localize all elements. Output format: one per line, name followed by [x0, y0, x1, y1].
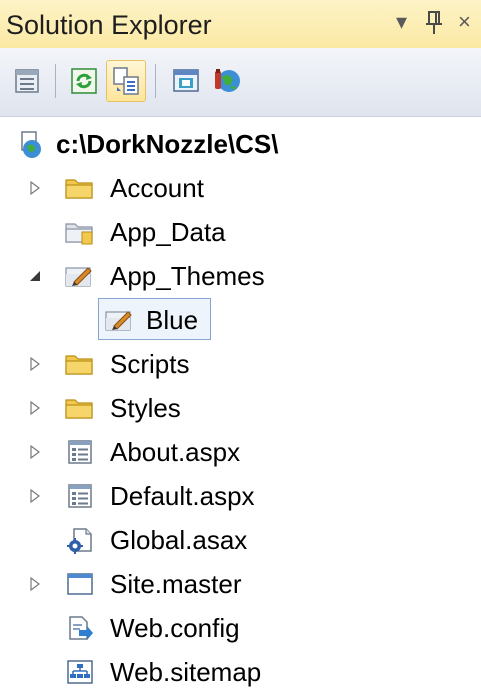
show-all-files-button[interactable]	[106, 60, 146, 102]
aspx-page-icon	[66, 438, 94, 466]
tree-item-label: Web.config	[110, 613, 240, 643]
tree-item-label: App_Themes	[110, 261, 265, 291]
tree-item-label: Blue	[146, 305, 199, 335]
solution-tree: c:\DorkNozzle\CS\ Account App_Data App_T…	[0, 118, 481, 687]
tree-item-web-config[interactable]: Web.config	[0, 606, 481, 650]
tree-root[interactable]: c:\DorkNozzle\CS\	[0, 122, 481, 166]
tree-item-scripts[interactable]: Scripts	[0, 342, 481, 386]
app-data-folder-icon	[64, 218, 93, 246]
close-icon[interactable]: ×	[458, 8, 471, 36]
tree-item-app-data[interactable]: App_Data	[0, 210, 481, 254]
sitemap-icon	[66, 658, 94, 686]
theme-folder-icon	[64, 262, 92, 290]
tree-item-label: Account	[110, 173, 204, 203]
folder-icon	[64, 394, 93, 422]
auto-hide-pin-icon[interactable]	[425, 10, 445, 43]
tree-item-label: Styles	[110, 393, 181, 423]
tree-item-label: App_Data	[110, 217, 226, 247]
collapsed-expander-icon[interactable]	[28, 444, 42, 460]
tree-item-blue[interactable]: Blue	[0, 298, 481, 342]
refresh-button[interactable]	[64, 60, 104, 102]
solution-explorer-titlebar: Solution Explorer ▾ ×	[0, 0, 481, 48]
tree-item-global-asax[interactable]: Global.asax	[0, 518, 481, 562]
show-all-files-icon	[113, 67, 139, 95]
tree-item-web-sitemap[interactable]: Web.sitemap	[0, 650, 481, 694]
global-asax-icon	[66, 526, 94, 554]
tree-item-label: Scripts	[110, 349, 190, 379]
theme-folder-icon	[104, 306, 132, 334]
toolbar-separator	[155, 64, 156, 98]
collapsed-expander-icon[interactable]	[28, 400, 42, 416]
window-position-dropdown-icon[interactable]: ▾	[396, 8, 407, 36]
solution-explorer-toolbar	[0, 48, 481, 117]
copy-website-icon	[215, 69, 240, 92]
expanded-expander-icon[interactable]	[28, 269, 42, 283]
view-designer-icon	[173, 69, 199, 92]
view-designer-button[interactable]	[166, 60, 206, 102]
folder-icon	[64, 350, 93, 378]
properties-button[interactable]	[8, 60, 48, 102]
tree-item-label: Global.asax	[110, 525, 248, 555]
panel-title: Solution Explorer	[6, 10, 212, 40]
tree-item-label: About.aspx	[110, 437, 241, 467]
tree-item-account[interactable]: Account	[0, 166, 481, 210]
properties-icon	[15, 69, 39, 93]
tree-item-styles[interactable]: Styles	[0, 386, 481, 430]
tree-item-label: Site.master	[110, 569, 242, 599]
tree-item-about-aspx[interactable]: About.aspx	[0, 430, 481, 474]
copy-website-button[interactable]	[208, 60, 248, 102]
master-page-icon	[66, 570, 94, 598]
tree-item-label: Default.aspx	[110, 481, 255, 511]
folder-icon	[64, 174, 93, 202]
collapsed-expander-icon[interactable]	[28, 180, 42, 196]
root-label: c:\DorkNozzle\CS\	[56, 129, 279, 159]
web-project-icon	[18, 130, 46, 158]
tree-item-label: Web.sitemap	[110, 657, 262, 687]
tree-item-site-master[interactable]: Site.master	[0, 562, 481, 606]
collapsed-expander-icon[interactable]	[28, 488, 42, 504]
toolbar-separator	[55, 64, 56, 98]
aspx-page-icon	[66, 482, 94, 510]
refresh-icon	[71, 68, 97, 94]
collapsed-expander-icon[interactable]	[28, 356, 42, 372]
tree-item-app-themes[interactable]: App_Themes	[0, 254, 481, 298]
config-file-icon	[66, 614, 94, 642]
tree-item-default-aspx[interactable]: Default.aspx	[0, 474, 481, 518]
collapsed-expander-icon[interactable]	[28, 576, 42, 592]
